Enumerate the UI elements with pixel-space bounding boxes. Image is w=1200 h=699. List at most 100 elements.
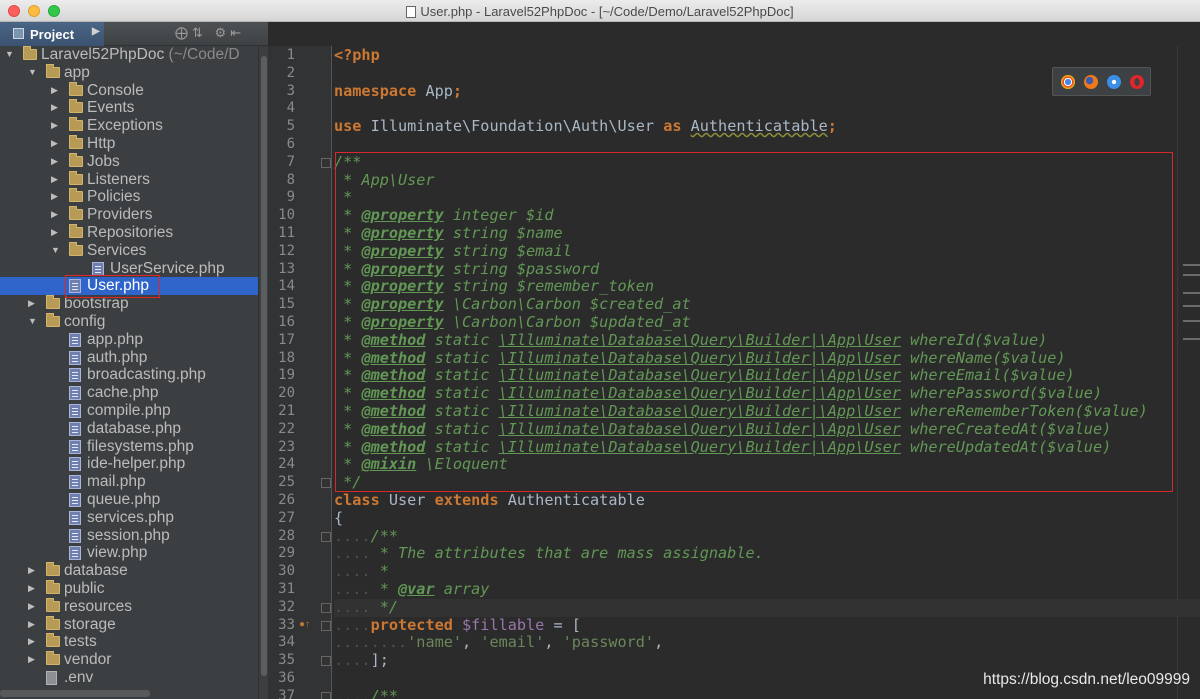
gear-icon[interactable]: ⚙ <box>215 25 231 40</box>
line-number[interactable]: 32 <box>268 599 295 617</box>
collapse-arrow-icon[interactable]: ▼ <box>51 242 60 260</box>
expand-arrow-icon[interactable]: ▶ <box>51 206 58 224</box>
collapse-all-icon[interactable]: ⇅ <box>192 25 207 40</box>
line-number[interactable]: 2 <box>268 65 295 83</box>
error-stripe-mark[interactable] <box>1183 274 1200 276</box>
expand-arrow-icon[interactable]: ▶ <box>28 295 35 313</box>
line-number[interactable]: 24 <box>268 456 295 474</box>
line-number[interactable]: 16 <box>268 314 295 332</box>
line-number[interactable]: 11 <box>268 225 295 243</box>
expand-arrow-icon[interactable]: ▶ <box>51 135 58 153</box>
line-number[interactable]: 37 <box>268 688 295 699</box>
tree-folder-database[interactable]: ▶ database <box>0 562 258 580</box>
line-number[interactable]: 10 <box>268 207 295 225</box>
expand-arrow-icon[interactable]: ▶ <box>51 171 58 189</box>
collapse-arrow-icon[interactable]: ▼ <box>28 64 37 82</box>
fold-marker-icon[interactable] <box>321 656 331 667</box>
code-line[interactable]: .... */ <box>334 598 398 617</box>
expand-arrow-icon[interactable]: ▶ <box>28 562 35 580</box>
line-number[interactable]: 22 <box>268 421 295 439</box>
line-number[interactable]: 35 <box>268 652 295 670</box>
tree-folder-resources[interactable]: ▶ resources <box>0 597 258 616</box>
overrides-icon[interactable]: ●↑ <box>299 619 310 630</box>
expand-arrow-icon[interactable]: ▶ <box>51 153 58 171</box>
line-number[interactable]: 33 <box>268 617 295 635</box>
tree-folder-services[interactable]: ▼ Services <box>0 241 258 260</box>
expand-arrow-icon[interactable]: ▶ <box>51 82 58 100</box>
line-number[interactable]: 12 <box>268 243 295 261</box>
tree-file-queue-php[interactable]: queue.php <box>0 491 258 509</box>
line-number[interactable]: 30 <box>268 563 295 581</box>
code-line[interactable]: use Illuminate\Foundation\Auth\User as A… <box>334 117 837 136</box>
view-dropdown-icon[interactable]: ▶ <box>92 26 100 37</box>
line-number[interactable]: 9 <box>268 189 295 207</box>
line-number[interactable]: 7 <box>268 154 295 172</box>
line-number[interactable]: 34 <box>268 634 295 652</box>
line-number[interactable]: 15 <box>268 296 295 314</box>
tree-file-database-php[interactable]: database.php <box>0 420 258 438</box>
tree-file--env[interactable]: .env <box>0 669 258 687</box>
fold-marker-icon[interactable] <box>321 620 331 631</box>
opera-icon[interactable] <box>1130 75 1144 89</box>
tree-folder-app[interactable]: ▼ app <box>0 63 258 82</box>
code-line[interactable]: namespace App; <box>334 82 462 101</box>
expand-arrow-icon[interactable]: ▶ <box>28 580 35 598</box>
line-number[interactable]: 28 <box>268 528 295 546</box>
code-line[interactable]: .... * The attributes that are mass assi… <box>334 544 764 563</box>
line-number[interactable]: 31 <box>268 581 295 599</box>
tree-file-ide-helper-php[interactable]: ide-helper.php <box>0 455 258 473</box>
line-number[interactable]: 4 <box>268 100 295 118</box>
expand-arrow-icon[interactable]: ▶ <box>51 117 58 135</box>
tree-folder-storage[interactable]: ▶ storage <box>0 615 258 634</box>
code-line[interactable]: ..../** <box>334 527 398 546</box>
fold-marker-icon[interactable] <box>321 691 331 699</box>
tree-folder-console[interactable]: ▶ Console <box>0 81 258 100</box>
line-number[interactable]: 5 <box>268 118 295 136</box>
line-number[interactable]: 29 <box>268 545 295 563</box>
tree-folder-config[interactable]: ▼ config <box>0 313 258 331</box>
firefox-icon[interactable] <box>1084 75 1098 89</box>
tree-folder-providers[interactable]: ▶ Providers <box>0 206 258 224</box>
fold-marker-icon[interactable] <box>321 602 331 613</box>
line-number[interactable]: 21 <box>268 403 295 421</box>
tree-folder-public[interactable]: ▶ public <box>0 580 258 598</box>
error-stripe-mark[interactable] <box>1183 264 1200 266</box>
expand-arrow-icon[interactable]: ▶ <box>28 616 35 634</box>
tree-folder-exceptions[interactable]: ▶ Exceptions <box>0 117 258 135</box>
chrome-icon[interactable] <box>1061 75 1075 89</box>
line-number[interactable]: 3 <box>268 83 295 101</box>
line-number[interactable]: 18 <box>268 350 295 368</box>
tree-folder-tests[interactable]: ▶ tests <box>0 633 258 651</box>
fold-marker-icon[interactable] <box>321 478 331 489</box>
fold-marker-icon[interactable] <box>321 531 331 542</box>
line-number[interactable]: 27 <box>268 510 295 528</box>
code-line[interactable]: .... * <box>334 562 389 581</box>
line-number[interactable]: 23 <box>268 439 295 457</box>
project-scrollbar[interactable] <box>258 46 268 699</box>
error-stripe-mark[interactable] <box>1183 305 1200 307</box>
tree-folder-listeners[interactable]: ▶ Listeners <box>0 170 258 189</box>
line-number[interactable]: 8 <box>268 172 295 190</box>
expand-arrow-icon[interactable]: ▶ <box>28 598 35 616</box>
tree-folder-repositories[interactable]: ▶ Repositories <box>0 224 258 242</box>
line-number[interactable]: 25 <box>268 474 295 492</box>
code-line[interactable]: <?php <box>334 46 380 65</box>
tree-folder-laravel52phpdoc[interactable]: ▼ Laravel52PhpDoc (~/Code/D <box>0 46 258 64</box>
project-tab[interactable]: Project ▶ <box>0 22 104 46</box>
tree-file-cache-php[interactable]: cache.php <box>0 384 258 402</box>
expand-arrow-icon[interactable]: ▶ <box>51 188 58 206</box>
error-stripe-mark[interactable] <box>1183 320 1200 322</box>
line-number[interactable]: 13 <box>268 261 295 279</box>
tree-file-auth-php[interactable]: auth.php <box>0 349 258 367</box>
tree-file-filesystems-php[interactable]: filesystems.php <box>0 438 258 456</box>
tree-file-compile-php[interactable]: compile.php <box>0 402 258 420</box>
tree-folder-events[interactable]: ▶ Events <box>0 99 258 117</box>
line-number[interactable]: 17 <box>268 332 295 350</box>
scroll-from-source-icon[interactable]: ⨁ <box>175 25 192 40</box>
tree-folder-policies[interactable]: ▶ Policies <box>0 188 258 206</box>
tree-file-broadcasting-php[interactable]: broadcasting.php <box>0 366 258 384</box>
code-line[interactable]: { <box>334 509 343 528</box>
expand-arrow-icon[interactable]: ▶ <box>28 651 35 669</box>
line-number[interactable]: 26 <box>268 492 295 510</box>
collapse-arrow-icon[interactable]: ▼ <box>5 46 14 64</box>
